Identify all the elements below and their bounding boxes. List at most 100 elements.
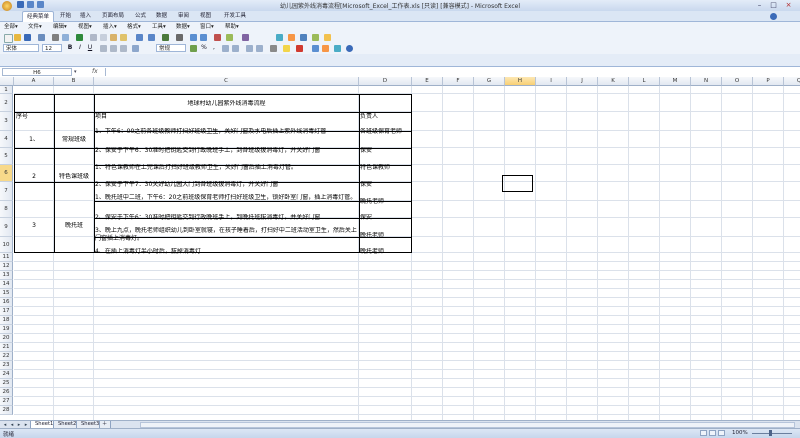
- row-header-15[interactable]: 15: [0, 289, 13, 298]
- column-header-p[interactable]: P: [753, 77, 784, 86]
- minimize-icon[interactable]: –: [754, 1, 765, 9]
- tab-formulas[interactable]: 公式: [131, 11, 150, 21]
- worksheet-grid[interactable]: ABCDEFGHIJKLMNOPQ 1 2 3 4 5 6 7 8 9 10 11 12 13 14 15 1…: [0, 77, 800, 420]
- fill-color-icon[interactable]: [283, 45, 290, 52]
- font-color-icon[interactable]: [296, 45, 303, 52]
- row-header-7[interactable]: 7: [0, 182, 13, 201]
- menu-window[interactable]: 窗口▾: [200, 22, 214, 32]
- toolbar-options-icon[interactable]: [312, 45, 319, 52]
- column-header-c[interactable]: C: [94, 77, 359, 86]
- column-header-k[interactable]: K: [598, 77, 629, 86]
- zoom-level[interactable]: 100%: [732, 430, 748, 436]
- redo-icon[interactable]: [37, 1, 44, 8]
- menu-edit[interactable]: 编辑▾: [53, 22, 67, 32]
- zoom-slider-thumb[interactable]: [769, 430, 772, 436]
- row-header-2[interactable]: 2: [0, 94, 13, 112]
- row-header-4[interactable]: 4: [0, 131, 13, 148]
- close-icon[interactable]: ×: [783, 1, 794, 9]
- maximize-icon[interactable]: □: [768, 1, 779, 9]
- zoom-slider[interactable]: [752, 433, 792, 434]
- tab-page-layout[interactable]: 页面布局: [98, 11, 128, 21]
- align-center-icon[interactable]: [110, 45, 117, 52]
- merge-center-icon[interactable]: [132, 45, 139, 52]
- row-header-16[interactable]: 16: [0, 298, 13, 307]
- normal-view-icon[interactable]: [700, 430, 707, 436]
- row-header-20[interactable]: 20: [0, 334, 13, 343]
- help-icon[interactable]: [770, 13, 777, 20]
- align-right-icon[interactable]: [120, 45, 127, 52]
- currency-icon[interactable]: [190, 45, 197, 52]
- cut-icon[interactable]: [90, 34, 97, 41]
- menu-insert[interactable]: 插入▾: [103, 22, 117, 32]
- tab-developer[interactable]: 开发工具: [220, 11, 250, 21]
- insert-image-icon[interactable]: [312, 34, 319, 41]
- row-header-3[interactable]: 3: [0, 112, 13, 131]
- print-preview-icon[interactable]: [62, 34, 69, 41]
- page-break-view-icon[interactable]: [718, 430, 725, 436]
- row-header-8[interactable]: 8: [0, 201, 13, 218]
- row-header-21[interactable]: 21: [0, 343, 13, 352]
- zoom-icon[interactable]: [242, 34, 249, 41]
- comma-button[interactable]: ,: [210, 44, 218, 52]
- filter-icon[interactable]: [288, 34, 295, 41]
- column-header-h[interactable]: H: [505, 77, 536, 86]
- conditional-format-icon[interactable]: [322, 45, 329, 52]
- menu-all[interactable]: 全部▾: [4, 22, 18, 32]
- copy-icon[interactable]: [100, 34, 107, 41]
- sort-descending-icon[interactable]: [200, 34, 207, 41]
- percent-button[interactable]: %: [200, 44, 208, 52]
- bold-button[interactable]: B: [66, 44, 74, 52]
- tab-view[interactable]: 视图: [196, 11, 215, 21]
- menu-format[interactable]: 格式▾: [127, 22, 141, 32]
- menu-tools[interactable]: 工具▾: [152, 22, 166, 32]
- row-header-10[interactable]: 10: [0, 237, 13, 253]
- sort-ascending-icon[interactable]: [190, 34, 197, 41]
- column-header-e[interactable]: E: [412, 77, 443, 86]
- number-format-select[interactable]: 常规: [156, 44, 186, 52]
- column-header-o[interactable]: O: [722, 77, 753, 86]
- undo-icon[interactable]: [27, 1, 34, 8]
- tab-data[interactable]: 数据: [152, 11, 171, 21]
- tab-home[interactable]: 开始: [56, 11, 75, 21]
- column-header-l[interactable]: L: [629, 77, 660, 86]
- help-icon[interactable]: [346, 45, 353, 52]
- active-cell[interactable]: [502, 175, 533, 192]
- row-header-17[interactable]: 17: [0, 307, 13, 316]
- font-name-select[interactable]: 宋体: [3, 44, 39, 52]
- row-header-26[interactable]: 26: [0, 388, 13, 397]
- name-box[interactable]: H6: [2, 68, 72, 76]
- drawing-icon[interactable]: [226, 34, 233, 41]
- open-icon[interactable]: [14, 34, 21, 41]
- tab-classic-menu[interactable]: 经典菜单: [22, 11, 55, 22]
- column-header-b[interactable]: B: [54, 77, 94, 86]
- row-header-13[interactable]: 13: [0, 271, 13, 280]
- save-icon[interactable]: [17, 1, 24, 8]
- tab-insert[interactable]: 插入: [76, 11, 95, 21]
- row-header-14[interactable]: 14: [0, 280, 13, 289]
- chart-icon[interactable]: [214, 34, 221, 41]
- new-icon[interactable]: [4, 34, 13, 43]
- menu-view[interactable]: 视图▾: [78, 22, 92, 32]
- undo-icon[interactable]: [136, 34, 143, 41]
- column-header-a[interactable]: A: [14, 77, 54, 86]
- row-header-1[interactable]: 1: [0, 86, 13, 94]
- sheet-icon[interactable]: [276, 34, 283, 41]
- underline-button[interactable]: U: [86, 44, 94, 52]
- hyperlink-icon[interactable]: [162, 34, 169, 41]
- tab-review[interactable]: 审阅: [174, 11, 193, 21]
- name-box-dropdown-icon[interactable]: ▾: [74, 69, 77, 75]
- formula-input[interactable]: [105, 68, 796, 76]
- italic-button[interactable]: I: [76, 44, 84, 52]
- row-header-27[interactable]: 27: [0, 397, 13, 406]
- column-header-i[interactable]: I: [536, 77, 567, 86]
- spelling-icon[interactable]: [76, 34, 83, 41]
- row-header-25[interactable]: 25: [0, 379, 13, 388]
- office-button[interactable]: [2, 1, 12, 11]
- font-size-select[interactable]: 12: [42, 44, 62, 52]
- row-header-12[interactable]: 12: [0, 262, 13, 271]
- format-painter-icon[interactable]: [120, 34, 127, 41]
- row-header-11[interactable]: 11: [0, 253, 13, 262]
- decrease-decimal-icon[interactable]: [232, 45, 239, 52]
- comment-icon[interactable]: [324, 34, 331, 41]
- page-layout-view-icon[interactable]: [709, 430, 716, 436]
